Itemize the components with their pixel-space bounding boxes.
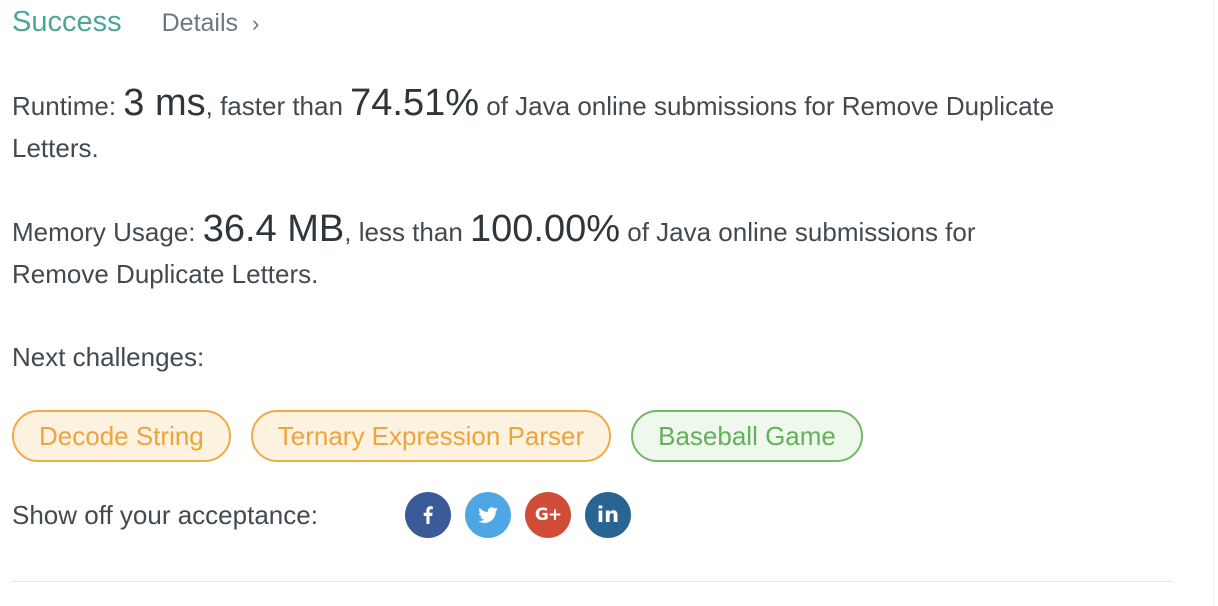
panel-edge bbox=[1213, 0, 1214, 606]
share-row: Show off your acceptance: G+ in bbox=[12, 490, 631, 540]
runtime-label: Runtime: bbox=[12, 91, 124, 121]
challenge-decode-string[interactable]: Decode String bbox=[12, 410, 231, 462]
facebook-icon[interactable] bbox=[405, 492, 451, 538]
runtime-tail-line2: Letters. bbox=[12, 133, 99, 163]
result-status: Success bbox=[12, 6, 122, 38]
runtime-comparison: , faster than bbox=[205, 91, 351, 121]
next-challenges-list: Decode String Ternary Expression Parser … bbox=[12, 410, 863, 462]
memory-value: 36.4 MB bbox=[202, 208, 345, 250]
challenge-ternary-expression-parser[interactable]: Ternary Expression Parser bbox=[250, 410, 612, 462]
details-link[interactable]: Details › bbox=[162, 9, 260, 38]
challenge-baseball-game[interactable]: Baseball Game bbox=[631, 410, 863, 462]
google-plus-icon[interactable]: G+ bbox=[525, 492, 571, 538]
share-label: Show off your acceptance: bbox=[12, 499, 318, 530]
memory-label: Memory Usage: bbox=[12, 217, 203, 247]
runtime-tail: of Java online submissions for Remove Du… bbox=[479, 91, 1055, 121]
social-buttons: G+ in bbox=[405, 492, 631, 538]
google-plus-text: G+ bbox=[534, 505, 562, 525]
twitter-glyph bbox=[478, 507, 498, 524]
runtime-percentile: 74.51% bbox=[350, 82, 480, 124]
twitter-icon[interactable] bbox=[465, 492, 511, 538]
memory-comparison: , less than bbox=[344, 217, 470, 247]
chevron-right-icon: › bbox=[252, 11, 260, 36]
divider bbox=[12, 581, 1172, 582]
runtime-value: 3 ms bbox=[123, 82, 206, 124]
facebook-glyph bbox=[423, 506, 433, 524]
linkedin-text: in bbox=[596, 503, 620, 527]
result-header: Success Details › bbox=[12, 6, 259, 39]
memory-tail: of Java online submissions for bbox=[620, 217, 976, 247]
linkedin-icon[interactable]: in bbox=[585, 492, 631, 538]
details-label: Details bbox=[161, 9, 239, 37]
memory-tail-line2: Remove Duplicate Letters. bbox=[12, 259, 319, 289]
runtime-stat: Runtime: 3 ms, faster than 74.51% of Jav… bbox=[12, 82, 1172, 169]
next-challenges-label: Next challenges: bbox=[12, 342, 205, 372]
memory-stat: Memory Usage: 36.4 MB, less than 100.00%… bbox=[12, 208, 1172, 295]
memory-percentile: 100.00% bbox=[470, 208, 621, 250]
